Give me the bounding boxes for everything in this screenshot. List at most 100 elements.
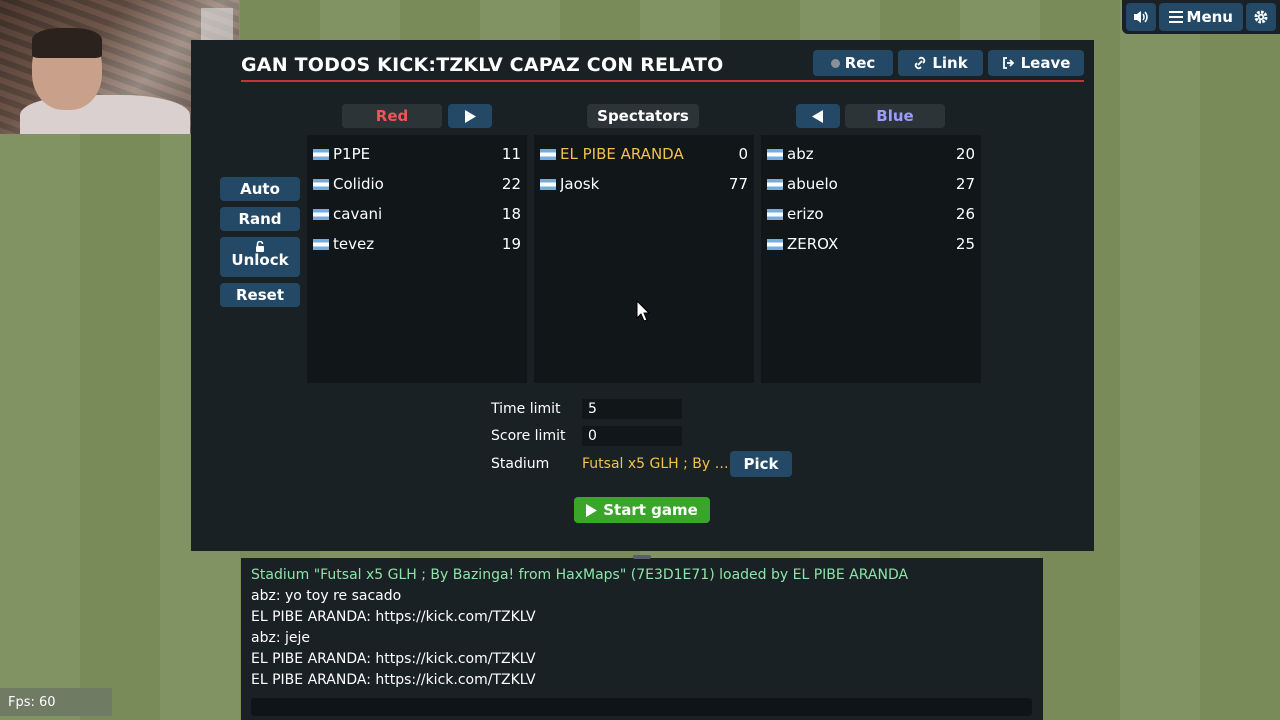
chat-message: EL PIBE ARANDA: https://kick.com/TZKLV (251, 672, 536, 688)
player-score: 20 (955, 145, 975, 163)
player-score: 22 (501, 175, 521, 193)
admin-buttons: Auto Rand Unlock Reset (220, 177, 300, 313)
blue-team-header[interactable]: Blue (845, 104, 945, 128)
leave-label: Leave (1020, 54, 1071, 72)
argentina-flag-icon (313, 238, 329, 250)
start-game-label: Start game (603, 501, 698, 519)
player-score: 18 (501, 205, 521, 223)
time-limit-input[interactable]: 5 (582, 399, 682, 419)
player-row[interactable]: Colidio 22 (307, 169, 527, 199)
player-name: P1PE (333, 145, 371, 163)
argentina-flag-icon (767, 178, 783, 190)
player-row[interactable]: EL PIBE ARANDA 0 (534, 139, 754, 169)
fps-counter: Fps: 60 (0, 688, 112, 716)
room-header-buttons: Rec Link Leave (813, 50, 1084, 76)
player-score: 11 (501, 145, 521, 163)
menu-button[interactable]: Menu (1158, 3, 1243, 31)
stadium-row: Stadium Futsal x5 GLH ; By Ba... Pick (491, 451, 792, 477)
chat-message: abz: jeje (251, 630, 310, 646)
player-score: 26 (955, 205, 975, 223)
chat-message: EL PIBE ARANDA: https://kick.com/TZKLV (251, 651, 536, 667)
chat-message: Stadium "Futsal x5 GLH ; By Bazinga! fro… (251, 567, 909, 583)
time-limit-label: Time limit (491, 401, 561, 417)
player-row[interactable]: cavani 18 (307, 199, 527, 229)
player-row[interactable]: Jaosk 77 (534, 169, 754, 199)
player-score: 25 (955, 235, 975, 253)
reset-label: Reset (236, 286, 284, 304)
player-name: abuelo (787, 175, 838, 193)
argentina-flag-icon (767, 238, 783, 250)
reset-button[interactable]: Reset (220, 283, 300, 307)
unlock-button[interactable]: Unlock (220, 237, 300, 277)
player-name: cavani (333, 205, 383, 223)
arrow-right-icon (465, 109, 476, 123)
argentina-flag-icon (767, 148, 783, 160)
settings-button[interactable] (1246, 3, 1276, 31)
player-row[interactable]: ZEROX 25 (761, 229, 981, 259)
player-score: 19 (501, 235, 521, 253)
auto-button[interactable]: Auto (220, 177, 300, 201)
argentina-flag-icon (313, 178, 329, 190)
player-name: Colidio (333, 175, 384, 193)
player-name: abz (787, 145, 814, 163)
player-row[interactable]: tevez 19 (307, 229, 527, 259)
arrow-left-icon (812, 109, 823, 123)
spectators-header[interactable]: Spectators (587, 104, 699, 128)
start-game-button[interactable]: Start game (574, 497, 710, 523)
title-divider (241, 80, 1084, 82)
argentina-flag-icon (313, 148, 329, 160)
stadium-label: Stadium (491, 456, 550, 472)
sign-out-icon (1002, 57, 1014, 69)
red-team-header[interactable]: Red (342, 104, 442, 128)
gear-icon (1254, 10, 1268, 24)
top-controls: Menu (1121, 0, 1280, 34)
score-limit-input[interactable]: 0 (582, 426, 682, 446)
score-limit-label: Score limit (491, 428, 566, 444)
player-name: Jaosk (560, 175, 600, 193)
argentina-flag-icon (313, 208, 329, 220)
red-team-list[interactable]: P1PE 11 Colidio 22 cavani 18 tevez 19 (307, 135, 527, 383)
webcam-person-hair (32, 28, 102, 58)
player-row[interactable]: abuelo 27 (761, 169, 981, 199)
chat-resize-handle[interactable] (633, 555, 651, 559)
link-label: Link (932, 54, 968, 72)
chat-panel: Stadium "Futsal x5 GLH ; By Bazinga! fro… (241, 555, 1043, 720)
player-row[interactable]: P1PE 11 (307, 139, 527, 169)
speaker-icon (1133, 11, 1148, 23)
rec-button[interactable]: Rec (813, 50, 893, 76)
room-title: GAN TODOS KICK:TZKLV CAPAZ CON RELATO (241, 54, 724, 76)
player-name: tevez (333, 235, 375, 253)
chat-log: Stadium "Futsal x5 GLH ; By Bazinga! fro… (251, 565, 908, 691)
rec-label: Rec (844, 54, 876, 72)
chat-message: EL PIBE ARANDA: https://kick.com/TZKLV (251, 609, 536, 625)
player-row[interactable]: abz 20 (761, 139, 981, 169)
unlock-label: Unlock (231, 251, 289, 269)
spectators-list[interactable]: EL PIBE ARANDA 0 Jaosk 77 (534, 135, 754, 383)
argentina-flag-icon (540, 178, 556, 190)
blue-team-list[interactable]: abz 20 abuelo 27 erizo 26 ZEROX 25 (761, 135, 981, 383)
move-to-red-button[interactable] (448, 104, 492, 128)
chat-input[interactable] (251, 698, 1032, 716)
room-panel: GAN TODOS KICK:TZKLV CAPAZ CON RELATO Re… (191, 40, 1094, 551)
link-button[interactable]: Link (898, 50, 983, 76)
player-score: 77 (728, 175, 748, 193)
chat-message: abz: yo toy re sacado (251, 588, 402, 604)
argentina-flag-icon (767, 208, 783, 220)
stadium-name: Futsal x5 GLH ; By Ba... (582, 456, 730, 472)
rand-label: Rand (238, 210, 282, 228)
leave-button[interactable]: Leave (988, 50, 1084, 76)
sound-button[interactable] (1125, 3, 1156, 31)
player-score: 0 (738, 145, 748, 163)
link-icon (915, 56, 926, 70)
player-score: 27 (955, 175, 975, 193)
move-to-blue-button[interactable] (796, 104, 840, 128)
menu-label: Menu (1186, 8, 1233, 26)
play-icon (586, 503, 598, 517)
rand-button[interactable]: Rand (220, 207, 300, 231)
score-limit-row: Score limit 0 (491, 425, 682, 447)
player-row[interactable]: erizo 26 (761, 199, 981, 229)
pick-stadium-button[interactable]: Pick (730, 451, 792, 477)
player-name: EL PIBE ARANDA (560, 145, 684, 163)
hamburger-icon (1168, 11, 1183, 23)
mouse-cursor-icon (636, 300, 650, 322)
